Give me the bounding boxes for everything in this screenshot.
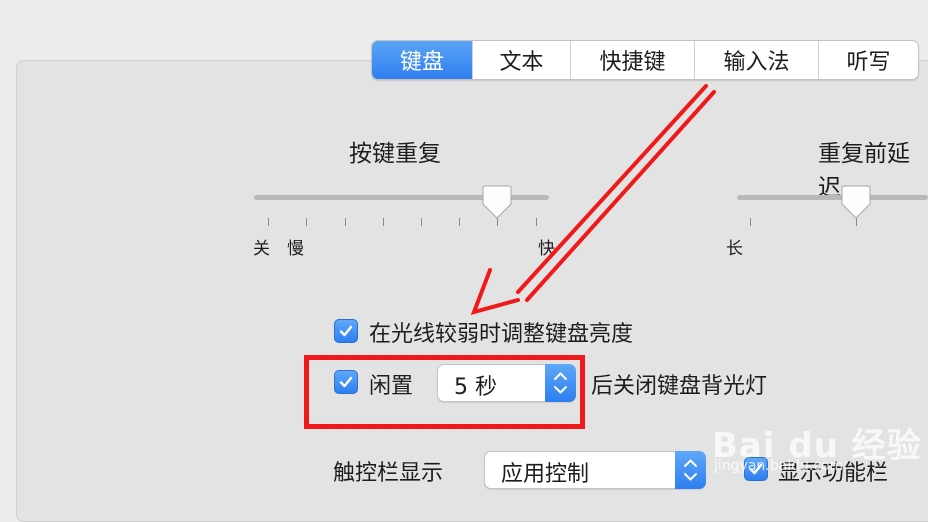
watermark-url: jingyan.baidu.com <box>714 458 844 474</box>
